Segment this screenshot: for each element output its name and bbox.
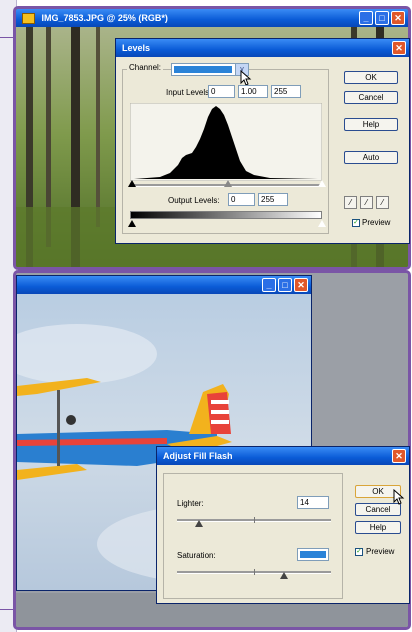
saturation-label: Saturation: (177, 551, 216, 560)
fill-flash-titlebar[interactable]: Adjust Fill Flash ✕ (157, 447, 409, 465)
close-icon[interactable]: ✕ (294, 278, 308, 292)
mouse-pointer-icon (393, 489, 405, 505)
input-white-field[interactable]: 255 (271, 85, 301, 98)
levels-auto-button[interactable]: Auto (344, 151, 398, 164)
close-icon[interactable]: ✕ (391, 11, 405, 25)
output-levels-label: Output Levels: (168, 196, 220, 205)
close-icon[interactable]: ✕ (392, 41, 406, 55)
levels-titlebar[interactable]: Levels ✕ (116, 39, 409, 57)
fill-flash-dialog: Adjust Fill Flash ✕ Lighter: 14 Saturati… (156, 446, 410, 604)
lighter-slider[interactable] (195, 520, 203, 527)
output-black-field[interactable]: 0 (228, 193, 255, 206)
channel-swatch (174, 66, 232, 73)
minimize-icon[interactable]: _ (359, 11, 373, 25)
black-eyedropper-icon[interactable]: ⁄ (344, 196, 357, 209)
photo-window-title: IMG_7853.JPG @ 25% (RGB*) (41, 13, 168, 23)
saturation-slider[interactable] (280, 572, 288, 579)
levels-preview-label: Preview (362, 218, 391, 227)
maximize-icon[interactable]: □ (278, 278, 292, 292)
fill-flash-title: Adjust Fill Flash (163, 451, 233, 461)
input-gamma-slider[interactable] (224, 180, 232, 187)
input-black-field[interactable]: 0 (208, 85, 235, 98)
levels-dialog: Levels ✕ Channel: v Input Levels: 0 1.00… (115, 38, 410, 244)
channel-select[interactable]: v (171, 63, 249, 76)
output-white-field[interactable]: 255 (258, 193, 288, 206)
saturation-midtick (254, 569, 255, 575)
mouse-pointer-icon (240, 70, 252, 86)
maximize-icon[interactable]: □ (375, 11, 389, 25)
lighter-midtick (254, 517, 255, 523)
input-white-slider[interactable] (318, 180, 326, 187)
saturation-field[interactable] (297, 548, 329, 561)
photo-window-titlebar[interactable]: IMG_7853.JPG @ 25% (RGB*) _ □ ✕ (16, 9, 408, 27)
lighter-field[interactable]: 14 (297, 496, 329, 509)
histogram (130, 103, 322, 181)
lighter-label: Lighter: (177, 499, 204, 508)
levels-title: Levels (122, 43, 151, 53)
input-levels-label: Input Levels: (166, 88, 212, 97)
output-gradient (130, 211, 322, 219)
photoshop-elements-icon (22, 13, 35, 25)
levels-ok-button[interactable]: OK (344, 71, 398, 84)
gray-eyedropper-icon[interactable]: ⁄ (360, 196, 373, 209)
input-gamma-field[interactable]: 1.00 (238, 85, 268, 98)
fill-flash-help-button[interactable]: Help (355, 521, 401, 534)
white-eyedropper-icon[interactable]: ⁄ (376, 196, 389, 209)
airplane-window-titlebar[interactable]: _ □ ✕ (17, 276, 311, 294)
page: IMG_7853.JPG @ 25% (RGB*) _ □ ✕ Levels ✕… (0, 0, 412, 632)
saturation-swatch (300, 551, 326, 558)
close-icon[interactable]: ✕ (392, 449, 406, 463)
fill-flash-preview-label: Preview (366, 547, 395, 556)
levels-help-button[interactable]: Help (344, 118, 398, 131)
output-white-slider[interactable] (318, 220, 326, 227)
minimize-icon[interactable]: _ (262, 278, 276, 292)
levels-preview-checkbox[interactable]: ✓ (352, 219, 360, 227)
fill-flash-group (163, 473, 343, 599)
output-black-slider[interactable] (128, 220, 136, 227)
fill-flash-preview-checkbox[interactable]: ✓ (355, 548, 363, 556)
channel-label: Channel: (127, 63, 164, 72)
input-black-slider[interactable] (128, 180, 136, 187)
levels-cancel-button[interactable]: Cancel (344, 91, 398, 104)
